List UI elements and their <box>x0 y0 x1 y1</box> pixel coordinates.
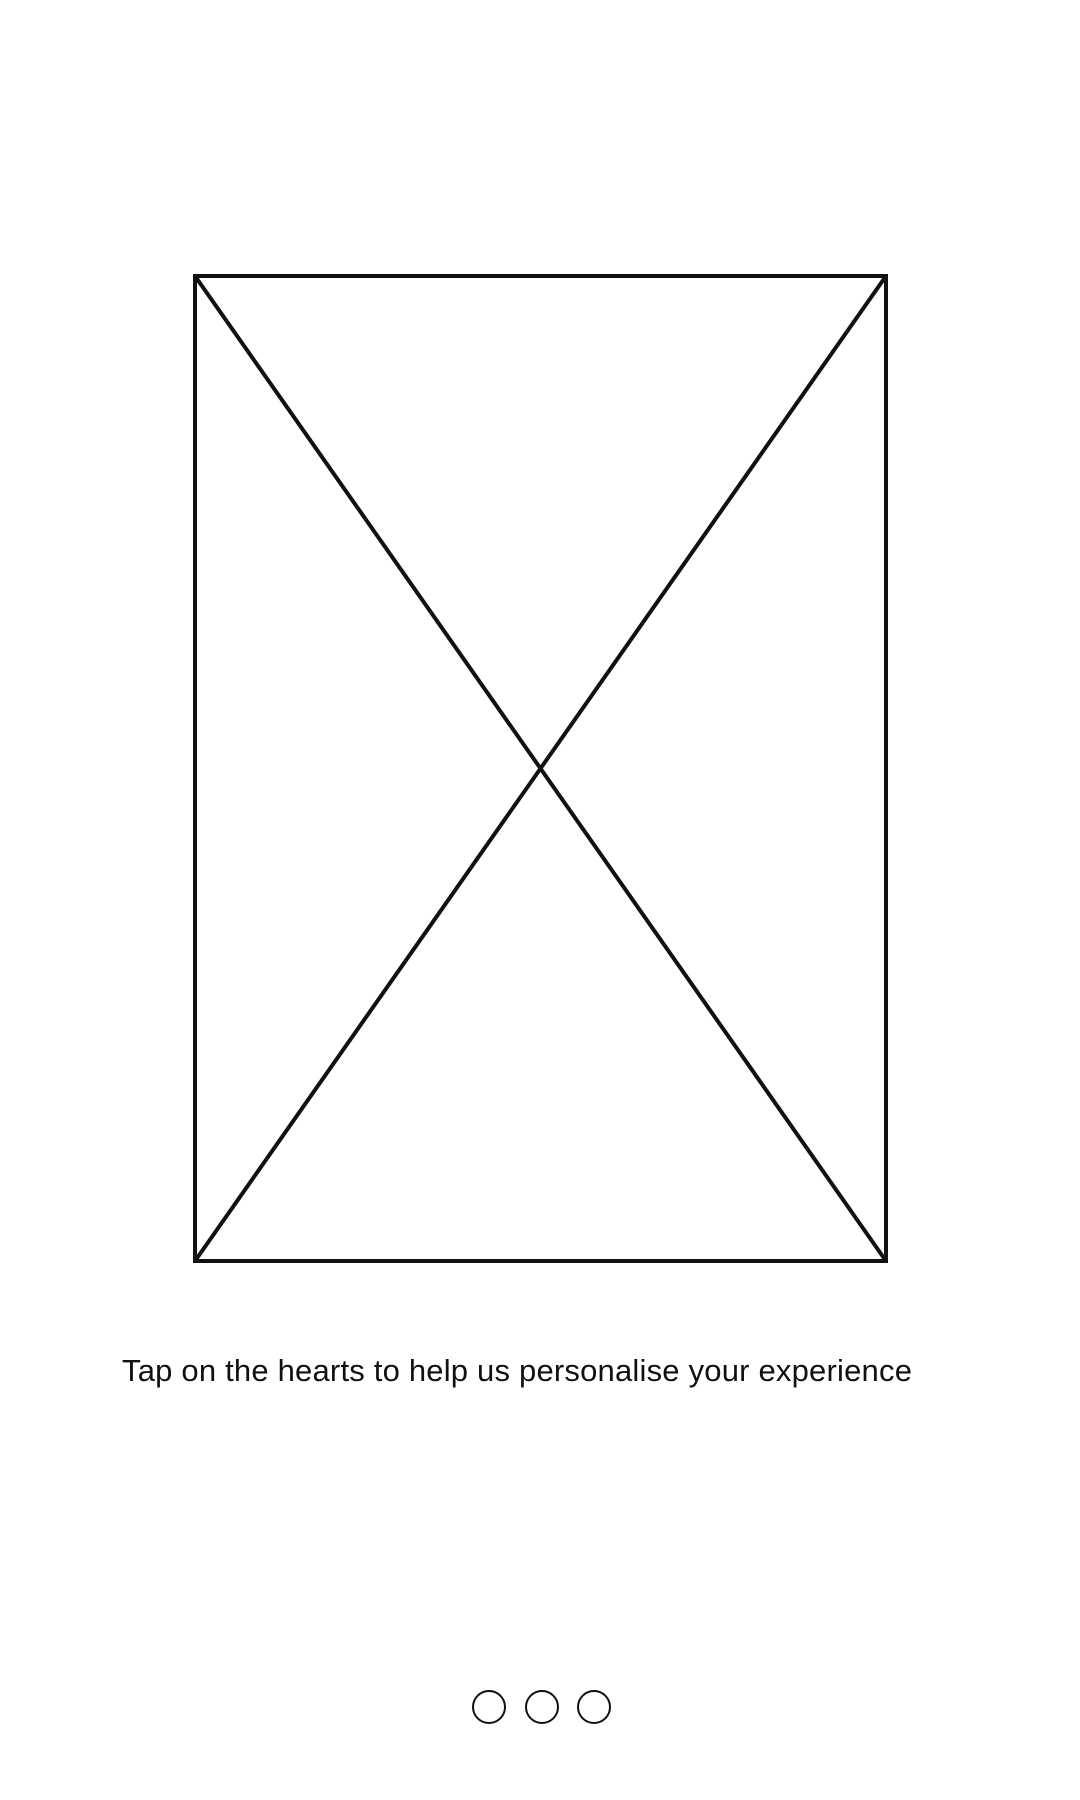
page-indicator <box>472 1689 611 1725</box>
image-placeholder <box>193 274 888 1263</box>
onboarding-instruction-text: Tap on the hearts to help us personalise… <box>122 1353 913 1388</box>
page-indicator-dot-2[interactable] <box>524 1690 559 1724</box>
page-indicator-dot-3[interactable] <box>577 1690 611 1724</box>
image-placeholder-icon <box>193 274 888 1263</box>
page-indicator-dot-1[interactable] <box>472 1690 506 1724</box>
